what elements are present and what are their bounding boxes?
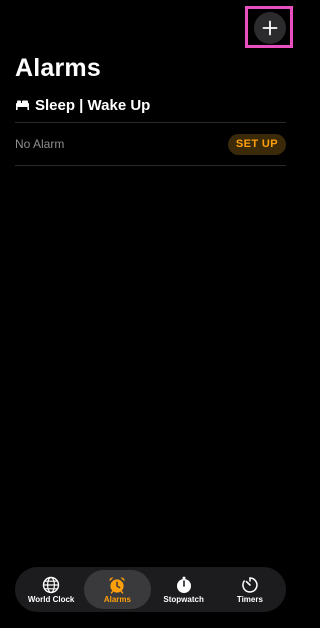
no-alarm-label: No Alarm: [15, 137, 65, 151]
page-title: Alarms: [15, 54, 101, 82]
bed-icon: [16, 100, 29, 110]
add-alarm-button[interactable]: [254, 12, 286, 44]
stopwatch-icon: [176, 576, 191, 593]
setup-button[interactable]: SET UP: [227, 133, 286, 155]
sleep-alarm-row[interactable]: No Alarm SET UP: [15, 123, 286, 165]
tab-stopwatch[interactable]: Stopwatch: [151, 570, 217, 609]
tab-timers[interactable]: Timers: [217, 570, 283, 609]
alarm-clock-icon: [109, 576, 125, 594]
tab-bar: World Clock Alarms Stopwatch Timers: [15, 567, 286, 612]
sleep-section-title: Sleep | Wake Up: [35, 96, 151, 114]
plus-icon: [262, 20, 278, 36]
tab-label-timers: Timers: [236, 594, 263, 604]
tab-label-alarms: Alarms: [103, 594, 131, 604]
tab-label-world-clock: World Clock: [27, 594, 75, 604]
tab-alarms[interactable]: Alarms: [84, 570, 151, 609]
tab-world-clock[interactable]: World Clock: [18, 570, 84, 609]
divider-bottom: [15, 165, 286, 166]
timer-icon: [242, 576, 258, 593]
sleep-section-header: Sleep | Wake Up: [15, 94, 150, 116]
tab-label-stopwatch: Stopwatch: [163, 594, 204, 604]
globe-icon: [42, 576, 60, 593]
